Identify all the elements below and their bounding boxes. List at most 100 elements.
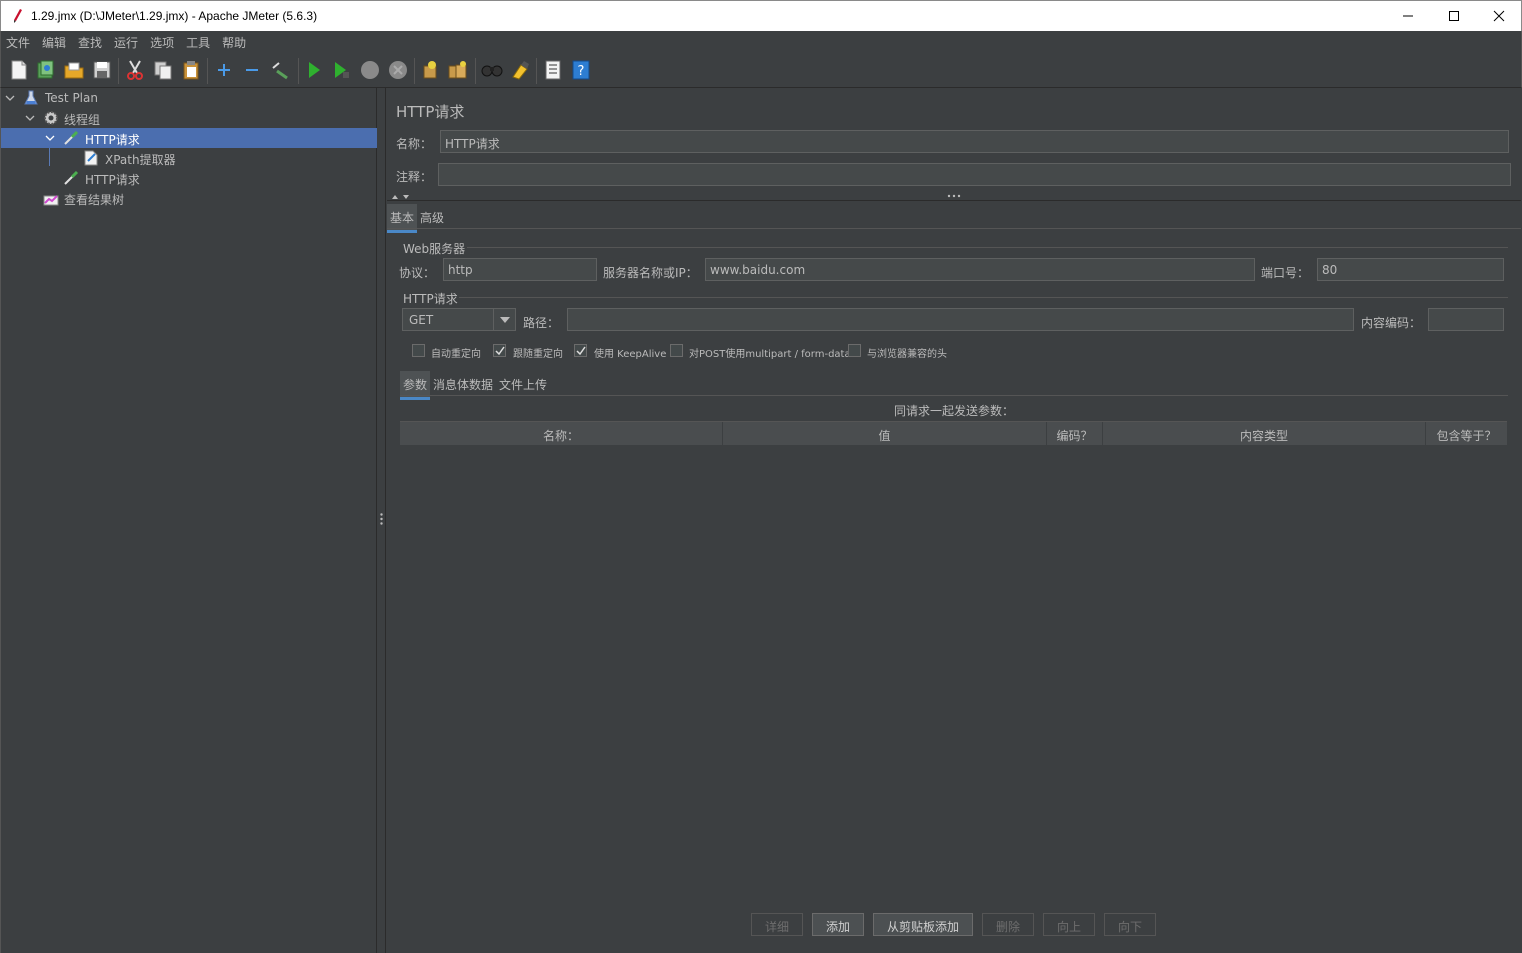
column-header-encode[interactable]: 编码？ — [1047, 422, 1103, 446]
server-field[interactable]: www.baidu.com — [705, 258, 1255, 281]
copy-icon — [154, 61, 172, 80]
tree-item-results-tree[interactable]: 查看结果树 — [1, 188, 377, 208]
stop-button[interactable] — [359, 59, 381, 81]
tree-item-thread-group[interactable]: 线程组 — [1, 108, 377, 128]
dropdown-arrow[interactable] — [493, 309, 515, 330]
tree-item-label: 线程组 — [64, 113, 101, 127]
http-sampler-pipette-icon — [63, 130, 79, 146]
minimize-button[interactable] — [1385, 1, 1431, 31]
follow-redirect-checkbox[interactable] — [493, 344, 506, 357]
delete-button[interactable]: 删除 — [982, 913, 1034, 936]
open-icon — [64, 62, 84, 79]
add-from-clipboard-button[interactable]: 从剪贴板添加 — [873, 913, 973, 936]
shutdown-icon — [389, 61, 407, 79]
save-icon — [93, 61, 111, 79]
method-select[interactable]: GET — [402, 308, 516, 331]
menu-edit[interactable]: 编辑 — [36, 31, 72, 53]
browser-compatible-headers-checkbox[interactable] — [848, 344, 861, 357]
templates-icon — [37, 60, 54, 79]
auto-redirect-checkbox[interactable] — [412, 344, 425, 357]
reset-search-button[interactable] — [509, 59, 531, 81]
new-button[interactable] — [8, 59, 30, 81]
port-label: 端口号： — [1261, 266, 1310, 280]
save-button[interactable] — [91, 59, 113, 81]
name-field[interactable]: HTTP请求 — [440, 130, 1509, 153]
sampler-config-panel: HTTP请求 名称： HTTP请求 注释： 基本 高级 Web服务器 协议： h… — [387, 88, 1521, 953]
multipart-label: 对POST使用multipart / form-data — [689, 349, 851, 360]
method-value: GET — [409, 313, 434, 327]
panel-splitter[interactable] — [377, 88, 386, 953]
svg-text:?: ? — [578, 64, 585, 79]
cut-button[interactable] — [124, 59, 146, 81]
auto-redirect-label: 自动重定向 — [431, 349, 481, 360]
maximize-button[interactable] — [1431, 1, 1477, 31]
group-divider — [467, 247, 1508, 248]
chevron-down-icon[interactable] — [25, 113, 35, 123]
expand-all-button[interactable] — [213, 59, 235, 81]
drag-handle-icon — [380, 513, 383, 525]
toolbar: ? — [0, 53, 1522, 88]
tree-item-label: HTTP请求 — [85, 173, 140, 187]
tree-item-http-request[interactable]: HTTP请求 — [1, 168, 377, 188]
start-no-pauses-button[interactable] — [331, 59, 353, 81]
move-up-button[interactable]: 向上 — [1043, 913, 1095, 936]
server-label: 服务器名称或IP： — [603, 266, 698, 280]
maximize-icon — [1449, 11, 1459, 21]
clear-all-button[interactable] — [447, 59, 469, 81]
path-label: 路径： — [523, 316, 560, 330]
column-header-value[interactable]: 值 — [723, 422, 1047, 446]
content-encoding-field[interactable] — [1428, 308, 1504, 331]
start-button[interactable] — [303, 59, 325, 81]
column-header-name[interactable]: 名称： — [400, 422, 723, 446]
function-helper-button[interactable] — [542, 59, 564, 81]
add-button[interactable]: 添加 — [812, 913, 864, 936]
templates-button[interactable] — [35, 59, 57, 81]
drag-handle-icon[interactable] — [947, 194, 961, 198]
help-button[interactable]: ? — [570, 59, 592, 81]
collapse-all-button[interactable] — [241, 59, 263, 81]
new-icon — [11, 60, 27, 80]
menu-file[interactable]: 文件 — [1, 31, 36, 53]
column-header-content-type[interactable]: 内容类型 — [1103, 422, 1426, 446]
chevron-down-icon[interactable] — [45, 133, 55, 143]
close-icon — [1493, 10, 1505, 22]
start-icon — [309, 62, 320, 78]
paste-icon — [183, 61, 199, 80]
protocol-field[interactable]: http — [443, 258, 597, 281]
search-button[interactable] — [481, 59, 503, 81]
tree-item-http-request-selected[interactable]: HTTP请求 — [1, 128, 377, 148]
column-header-include-equals[interactable]: 包含等于？ — [1426, 422, 1507, 446]
copy-button[interactable] — [152, 59, 174, 81]
menu-search[interactable]: 查找 — [72, 31, 108, 53]
comment-field[interactable] — [438, 163, 1511, 186]
toggle-button[interactable] — [269, 59, 291, 81]
port-field[interactable]: 80 — [1317, 258, 1504, 281]
test-plan-tree: Test Plan 线程组 HTTP请求 XPath提取器 HTTP请求 查看结… — [0, 88, 377, 953]
parameters-table-body[interactable] — [400, 445, 1507, 895]
function-helper-icon — [545, 60, 561, 80]
window-titlebar: 1.29.jmx (D:\JMeter\1.29.jmx) - Apache J… — [0, 0, 1522, 31]
menu-tools[interactable]: 工具 — [180, 31, 216, 53]
multipart-checkbox[interactable] — [670, 344, 683, 357]
jmeter-feather-icon — [14, 9, 22, 23]
clear-button[interactable] — [419, 59, 441, 81]
chevron-down-icon[interactable] — [5, 93, 15, 103]
tree-item-test-plan[interactable]: Test Plan — [1, 88, 377, 108]
shutdown-button[interactable] — [387, 59, 409, 81]
expand-icon — [218, 64, 230, 76]
tree-item-xpath-extractor[interactable]: XPath提取器 — [1, 148, 377, 168]
detail-button[interactable]: 详细 — [751, 913, 803, 936]
path-field[interactable] — [567, 308, 1354, 331]
menu-options[interactable]: 选项 — [144, 31, 180, 53]
menu-run[interactable]: 运行 — [108, 31, 144, 53]
open-button[interactable] — [63, 59, 85, 81]
chevron-down-icon — [499, 316, 510, 323]
keepalive-label: 使用 KeepAlive — [594, 349, 667, 360]
content-encoding-label: 内容编码： — [1361, 316, 1422, 330]
close-button[interactable] — [1476, 1, 1522, 31]
menu-help[interactable]: 帮助 — [216, 31, 252, 53]
move-down-button[interactable]: 向下 — [1104, 913, 1156, 936]
thread-group-gear-icon — [43, 110, 59, 126]
paste-button[interactable] — [180, 59, 202, 81]
keepalive-checkbox[interactable] — [574, 344, 587, 357]
